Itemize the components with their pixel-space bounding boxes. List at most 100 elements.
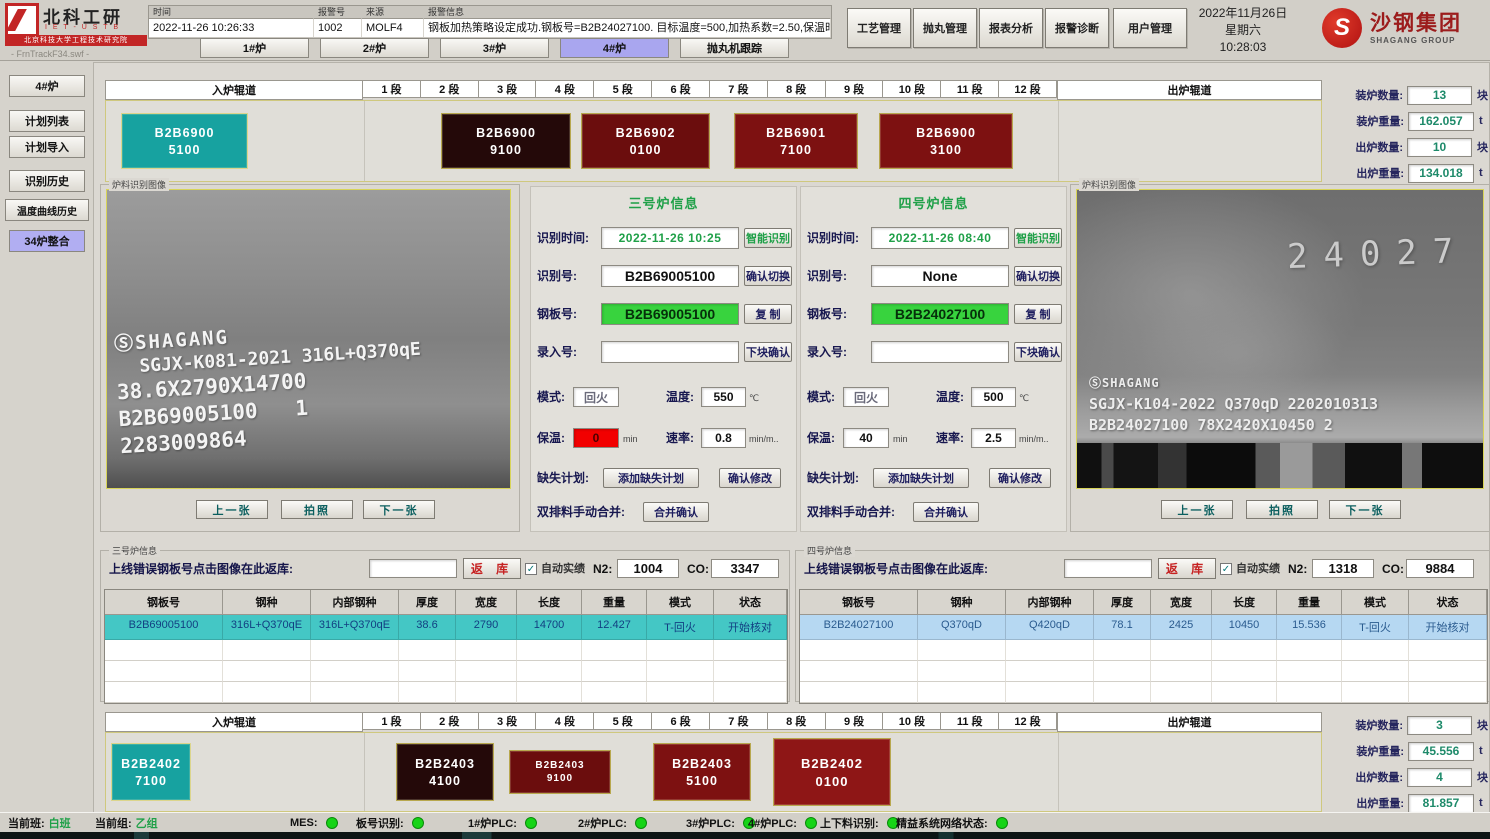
merge-label: 双排料手动合并:: [537, 501, 625, 523]
status-label: 精益系统网络状态:: [896, 815, 988, 831]
next-image-button[interactable]: 下一张: [1329, 500, 1401, 519]
roller-tray-bottom: B2B2402 7100 B2B2403 4100 B2B2403 9100 B…: [105, 732, 1322, 812]
temp-field[interactable]: 550: [701, 387, 746, 407]
sidebar-button[interactable]: 4#炉: [9, 75, 85, 97]
table-header-cell: 厚度: [399, 590, 456, 615]
confirm-switch-button[interactable]: 确认切换: [1014, 266, 1062, 286]
menu-button[interactable]: 工艺管理: [847, 8, 911, 48]
alarm-source: MOLF4: [362, 18, 424, 37]
furnace-tab[interactable]: 3#炉: [440, 38, 549, 58]
plate-block[interactable]: B2B6901 7100: [734, 113, 858, 169]
plate-block[interactable]: B2B6900 5100: [121, 113, 248, 169]
add-missing-plan-button[interactable]: 添加缺失计划: [873, 468, 969, 488]
table-row[interactable]: B2B24027100Q370qDQ420qD78.124251045015.5…: [800, 615, 1487, 640]
entry-no-input[interactable]: [871, 341, 1009, 363]
plate-block[interactable]: B2B2403 4100: [396, 743, 494, 801]
merge-confirm-button[interactable]: 合并确认: [643, 502, 709, 522]
temp-label: 温度:: [936, 386, 964, 408]
plate-block[interactable]: B2B2402 0100: [773, 738, 891, 806]
status-item: 板号识别:: [356, 815, 424, 831]
sidebar-button[interactable]: 34炉整合: [9, 230, 85, 252]
furnace4-camera-image[interactable]: 24027 ⓈSHAGANGSGJX-K104-2022 Q370qD 2202…: [1076, 189, 1484, 489]
temp-field[interactable]: 500: [971, 387, 1016, 407]
furnace-tab[interactable]: 2#炉: [320, 38, 429, 58]
plate-block[interactable]: B2B2403 5100: [653, 743, 751, 801]
menu-button[interactable]: 用户管理: [1113, 8, 1187, 48]
plate-block[interactable]: B2B2403 9100: [509, 750, 611, 794]
ai-recognize-button[interactable]: 智能识别: [1014, 228, 1062, 248]
table-row[interactable]: B2B69005100316L+Q370qE316L+Q370qE38.6279…: [105, 615, 787, 640]
plate-id-line2: 7100: [780, 143, 812, 157]
alarm-no: 1002: [314, 18, 362, 37]
sidebar-button[interactable]: 计划列表: [9, 110, 85, 132]
return-plate-input[interactable]: [369, 559, 457, 578]
plate-block[interactable]: B2B6900 3100: [879, 113, 1013, 169]
menu-button[interactable]: 报警诊断: [1045, 8, 1109, 48]
time-text: 10:28:03: [1178, 39, 1308, 56]
furnace3-camera-image[interactable]: ⓈSHAGANGSGJX-K081-2021 316L+Q370qE38.6X2…: [106, 189, 511, 489]
hold-unit: min: [893, 427, 908, 451]
auto-record-checkbox[interactable]: [1220, 563, 1232, 575]
segment-header: 9 段: [825, 80, 884, 98]
table-cell: 开始核对: [714, 615, 787, 640]
rate-unit: min/m..: [749, 427, 779, 451]
next-plate-confirm-button[interactable]: 下块确认: [744, 342, 792, 362]
alarm-time: 2022-11-26 10:26:33: [149, 18, 314, 37]
tray-divider: [364, 101, 365, 181]
stat-unit: 块: [1477, 717, 1488, 733]
furnace3-camera-groupbox: 炉料识别图像 ⓈSHAGANGSGJX-K081-2021 316L+Q370q…: [100, 184, 520, 532]
vendor-banner: 北京科技大学工程技术研究院: [5, 35, 147, 46]
rate-field[interactable]: 0.8: [701, 428, 746, 448]
return-to-storage-button[interactable]: 返 库: [1158, 558, 1216, 579]
next-image-button[interactable]: 下一张: [363, 500, 435, 519]
n2-label: N2:: [593, 559, 612, 580]
menu-button[interactable]: 报表分析: [979, 8, 1043, 48]
prev-image-button[interactable]: 上一张: [196, 500, 268, 519]
return-hint-label: 上线错误钢板号点击图像在此返库:: [109, 559, 293, 579]
menu-button[interactable]: 抛丸管理: [913, 8, 977, 48]
furnace-segments-bottom: 1 段2 段3 段4 段5 段6 段7 段8 段9 段10 段11 段12 段: [363, 712, 1057, 730]
confirm-modify-button[interactable]: 确认修改: [989, 468, 1051, 488]
capture-button[interactable]: 拍照: [281, 500, 353, 519]
sidebar-button[interactable]: 计划导入: [9, 136, 85, 158]
capture-button[interactable]: 拍照: [1246, 500, 1318, 519]
ai-recognize-button[interactable]: 智能识别: [744, 228, 792, 248]
plate-no-label: 钢板号:: [537, 303, 577, 325]
entry-no-input[interactable]: [601, 341, 739, 363]
furnace-tab[interactable]: 1#炉: [200, 38, 309, 58]
status-item: 精益系统网络状态:: [896, 815, 1008, 831]
return-to-storage-button[interactable]: 返 库: [463, 558, 521, 579]
return-plate-input[interactable]: [1064, 559, 1152, 578]
plate-block[interactable]: B2B2402 7100: [111, 743, 191, 801]
hold-field[interactable]: 0: [573, 428, 619, 448]
co-value: 3347: [711, 559, 779, 578]
mode-field[interactable]: 回火: [843, 387, 889, 407]
merge-confirm-button[interactable]: 合并确认: [913, 502, 979, 522]
auto-record-checkbox[interactable]: [525, 563, 537, 575]
furnace-tab[interactable]: 4#炉: [560, 38, 669, 58]
next-plate-confirm-button[interactable]: 下块确认: [1014, 342, 1062, 362]
confirm-modify-button[interactable]: 确认修改: [719, 468, 781, 488]
confirm-switch-button[interactable]: 确认切换: [744, 266, 792, 286]
plate-id-line1: B2B6900: [916, 126, 976, 140]
mode-field[interactable]: 回火: [573, 387, 619, 407]
plate-block[interactable]: B2B6902 0100: [581, 113, 710, 169]
copy-button[interactable]: 复 制: [1014, 304, 1062, 324]
sidebar-button[interactable]: 识别历史: [9, 170, 85, 192]
segment-header: 2 段: [420, 712, 479, 730]
plate-id-line1: B2B2403: [672, 757, 732, 771]
plate-no-label: 钢板号:: [807, 303, 847, 325]
plate-block[interactable]: B2B6900 9100: [441, 113, 571, 169]
copy-button[interactable]: 复 制: [744, 304, 792, 324]
sidebar-button[interactable]: 温度曲线历史: [5, 199, 89, 221]
roller-out-header-top: 出炉辊道: [1057, 80, 1322, 100]
segment-header: 10 段: [882, 80, 941, 98]
hold-field[interactable]: 40: [843, 428, 889, 448]
rate-field[interactable]: 2.5: [971, 428, 1016, 448]
recog-id-field: B2B69005100: [601, 265, 739, 287]
furnace3-table-groupbox: 三号炉信息 上线错误钢板号点击图像在此返库: 返 库 自动实绩 N2: 1004…: [100, 550, 790, 702]
prev-image-button[interactable]: 上一张: [1161, 500, 1233, 519]
add-missing-plan-button[interactable]: 添加缺失计划: [603, 468, 699, 488]
temp-label: 温度:: [666, 386, 694, 408]
furnace-tab[interactable]: 抛丸机跟踪: [680, 38, 789, 58]
